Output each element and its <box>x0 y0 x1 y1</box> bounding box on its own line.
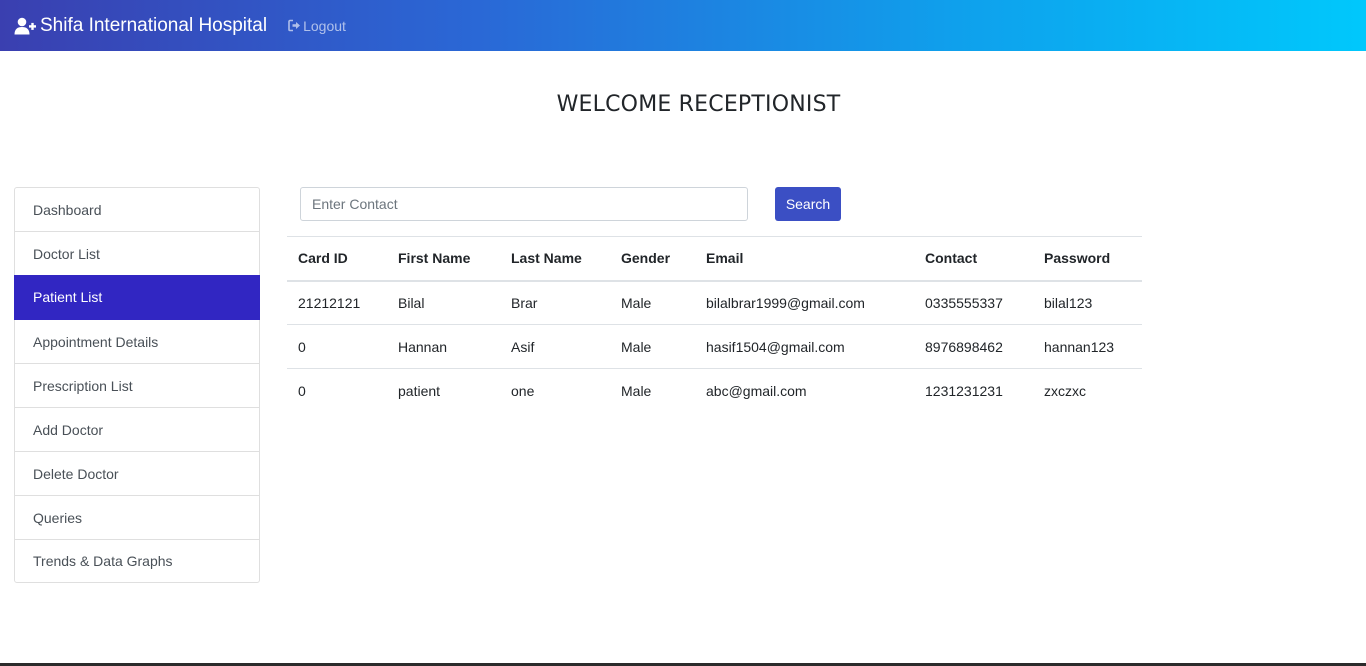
cell-gender: Male <box>621 382 652 399</box>
table-row: 0 patient one Male abc@gmail.com 1231231… <box>287 369 1142 413</box>
cell-last-name: Brar <box>500 280 610 325</box>
sidebar-item-appointment-details[interactable]: Appointment Details <box>15 320 259 364</box>
page-title: WELCOME RECEPTIONIST <box>556 92 841 117</box>
patient-table: Card ID First Name Last Name Gender Emai… <box>287 236 1142 413</box>
search-button[interactable]: Search <box>775 187 841 221</box>
sign-out-icon <box>288 19 301 32</box>
sidebar-item-delete-doctor[interactable]: Delete Doctor <box>15 452 259 496</box>
cell-password: zxczxc <box>1044 382 1086 399</box>
column-header-password: Password <box>1033 236 1142 282</box>
cell-first-name: Bilal <box>387 280 500 325</box>
cell-email: hasif1504@gmail.com <box>695 324 914 369</box>
contact-search-input[interactable] <box>300 187 748 221</box>
sidebar-item-doctor-list[interactable]: Doctor List <box>15 232 259 276</box>
column-header-contact: Contact <box>914 236 1033 282</box>
column-header-card-id: Card ID <box>287 236 387 282</box>
cell-last-name: one <box>511 382 535 399</box>
column-header-first-name: First Name <box>387 236 500 282</box>
cell-contact: 0335555337 <box>914 280 1033 325</box>
column-header-email: Email <box>695 236 914 282</box>
sidebar-menu: Dashboard Doctor List Patient List Appoi… <box>14 187 260 583</box>
table-row: 21212121 Bilal Brar Male bilalbrar1999@g… <box>287 280 1142 325</box>
sidebar-item-add-doctor[interactable]: Add Doctor <box>15 408 259 452</box>
brand-title: Shifa International Hospital <box>40 14 268 36</box>
sidebar-item-trends-data-graphs[interactable]: Trends & Data Graphs <box>15 540 259 582</box>
cell-password: bilal123 <box>1033 280 1142 325</box>
top-navbar: Shifa International Hospital Logout <box>0 0 1366 51</box>
brand-link[interactable]: Shifa International Hospital <box>14 15 267 37</box>
cell-email: bilalbrar1999@gmail.com <box>695 280 914 325</box>
sidebar-item-prescription-list[interactable]: Prescription List <box>15 364 259 408</box>
cell-first-name: patient <box>398 382 441 399</box>
table-header-row: Card ID First Name Last Name Gender Emai… <box>287 236 1142 282</box>
user-plus-icon <box>14 17 36 34</box>
cell-card-id: 0 <box>298 382 306 399</box>
logout-link[interactable]: Logout <box>288 18 346 34</box>
column-header-last-name: Last Name <box>500 236 610 282</box>
cell-contact: 8976898462 <box>914 324 1033 369</box>
sidebar-item-dashboard[interactable]: Dashboard <box>15 188 259 232</box>
table-row: 0 Hannan Asif Male hasif1504@gmail.com 8… <box>287 324 1142 369</box>
cell-email: abc@gmail.com <box>706 382 807 399</box>
logout-label: Logout <box>303 17 346 34</box>
sidebar-item-queries[interactable]: Queries <box>15 496 259 540</box>
cell-password: hannan123 <box>1033 324 1142 369</box>
cell-gender: Male <box>610 280 695 325</box>
cell-last-name: Asif <box>500 324 610 369</box>
cell-gender: Male <box>610 324 695 369</box>
column-header-gender: Gender <box>610 236 695 282</box>
cell-contact: 1231231231 <box>925 382 1003 399</box>
cell-card-id: 21212121 <box>287 280 387 325</box>
sidebar-item-patient-list[interactable]: Patient List <box>14 275 260 320</box>
cell-first-name: Hannan <box>387 324 500 369</box>
cell-card-id: 0 <box>287 324 387 369</box>
